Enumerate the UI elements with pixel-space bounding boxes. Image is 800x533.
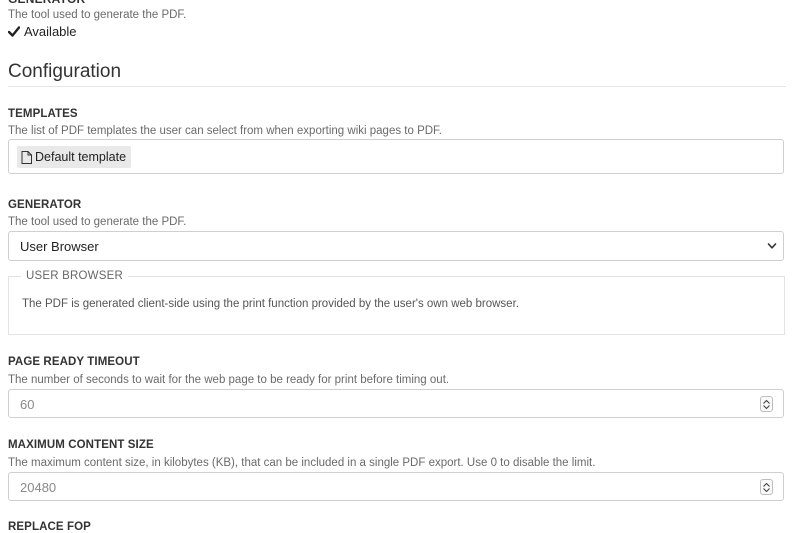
section-divider bbox=[8, 86, 786, 87]
checkmark-icon bbox=[8, 26, 20, 37]
template-chip-label: Default template bbox=[35, 150, 127, 164]
page-ready-timeout-value: 60 bbox=[20, 397, 35, 412]
templates-label: TEMPLATES bbox=[8, 108, 78, 120]
chevron-down-icon bbox=[763, 404, 770, 409]
chevron-down-icon bbox=[763, 487, 770, 492]
templates-input[interactable]: Default template bbox=[8, 139, 784, 174]
generator-label: GENERATOR bbox=[8, 199, 82, 211]
number-spinner[interactable] bbox=[760, 479, 773, 495]
max-content-size-description: The maximum content size, in kilobytes (… bbox=[8, 457, 596, 469]
replace-fop-label: REPLACE FOP bbox=[8, 521, 91, 533]
number-spinner[interactable] bbox=[760, 396, 773, 412]
max-content-size-input[interactable]: 20480 bbox=[8, 472, 784, 501]
page-ready-timeout-description: The number of seconds to wait for the we… bbox=[8, 374, 450, 386]
document-icon bbox=[21, 150, 32, 164]
templates-description: The list of PDF templates the user can s… bbox=[8, 125, 442, 137]
page-ready-timeout-input[interactable]: 60 bbox=[8, 389, 784, 418]
chevron-up-icon bbox=[763, 399, 770, 404]
generator-selected-value: User Browser bbox=[20, 239, 99, 254]
page-ready-timeout-label: PAGE READY TIMEOUT bbox=[8, 356, 140, 368]
generator-details-text: The PDF is generated client-side using t… bbox=[22, 298, 519, 310]
generator-status-label-cutoff: GENERATOR bbox=[8, 0, 85, 6]
max-content-size-value: 20480 bbox=[20, 480, 57, 495]
generator-details-legend: USER BROWSER bbox=[21, 270, 128, 282]
generator-description: The tool used to generate the PDF. bbox=[8, 216, 187, 228]
generator-status: Available bbox=[8, 24, 77, 39]
chevron-down-icon bbox=[767, 243, 777, 249]
generator-status-description: The tool used to generate the PDF. bbox=[8, 9, 187, 21]
section-title-configuration: Configuration bbox=[8, 61, 122, 82]
max-content-size-label: MAXIMUM CONTENT SIZE bbox=[8, 439, 154, 451]
template-chip[interactable]: Default template bbox=[17, 146, 132, 168]
generator-select[interactable]: User Browser bbox=[8, 231, 784, 261]
status-text: Available bbox=[24, 24, 77, 39]
chevron-up-icon bbox=[763, 482, 770, 487]
